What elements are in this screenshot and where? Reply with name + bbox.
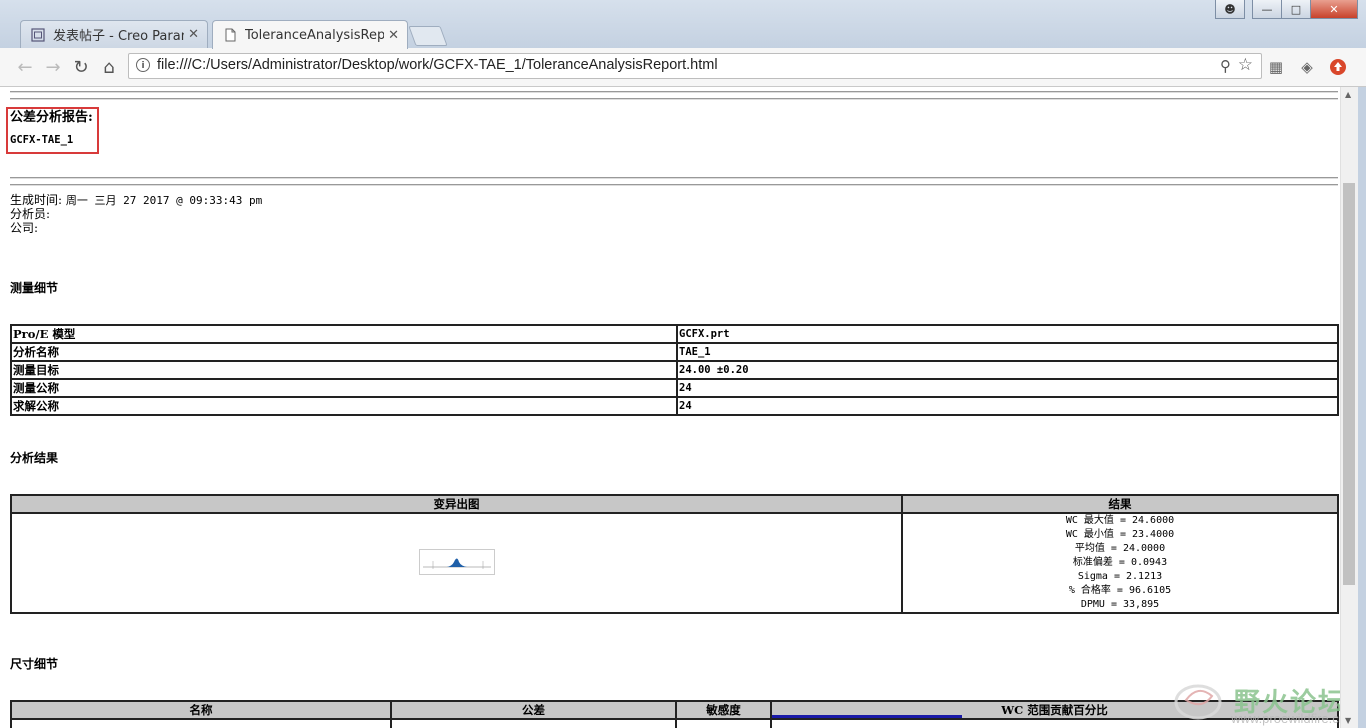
- zoom-icon[interactable]: ⚲: [1220, 57, 1231, 75]
- report-title: 公差分析报告:: [10, 110, 93, 125]
- results-section-title: 分析结果: [10, 451, 59, 465]
- divider: [10, 91, 1338, 93]
- divider: [10, 98, 1338, 100]
- detail-value: TAE_1: [676, 342, 1339, 362]
- maximize-button[interactable]: □: [1281, 0, 1311, 19]
- results-table: 变异出图 结果 WC 最大值 = 24.6000 WC 最小值 = 23.400…: [10, 494, 1339, 614]
- contribution-bar: [772, 715, 962, 718]
- generated-value: 周一 三月 27 2017 @ 09:33:43 pm: [65, 194, 263, 207]
- close-window-button[interactable]: ✕: [1310, 0, 1358, 19]
- watermark-url: www.proewildfire.cn: [1231, 711, 1346, 726]
- variation-plot-header: 变异出图: [10, 494, 903, 514]
- result-line: 标准偏差 = 0.0943: [1072, 557, 1168, 568]
- dims-section-title: 尺寸细节: [10, 657, 59, 671]
- table-header-row: 变异出图 结果: [10, 494, 1339, 514]
- result-line: WC 最小值 = 23.4000: [1065, 529, 1175, 540]
- table-row: [10, 718, 1339, 728]
- url-text: file:///C:/Users/Administrator/Desktop/w…: [157, 57, 718, 73]
- measure-section-title: 测量细节: [10, 281, 59, 295]
- tab-creo-post[interactable]: 发表帖子 - Creo Parame ✕: [20, 20, 208, 48]
- title-bar: ☻ — □ ✕ 发表帖子 - Creo Parame ✕ ToleranceAn…: [0, 0, 1366, 49]
- user-icon[interactable]: ☻: [1215, 0, 1245, 19]
- distribution-thumbnail: [418, 548, 495, 575]
- page-viewport: 公差分析报告: GCFX-TAE_1 生成时间: 周一 三月 27 2017 @…: [0, 87, 1366, 728]
- window-frame: [1358, 87, 1366, 728]
- detail-label: 分析名称: [10, 342, 678, 362]
- detail-label: Pro/E 模型: [10, 324, 678, 344]
- detail-value: 24.00 ±0.20: [676, 360, 1339, 380]
- extension-icon[interactable]: [1328, 57, 1348, 77]
- bookmark-star-icon[interactable]: ☆: [1238, 55, 1253, 75]
- dimension-details-table: 名称 公差 敏感度 WC 范围贡献百分比: [10, 700, 1339, 728]
- result-line: WC 最大值 = 24.6000: [1065, 515, 1175, 526]
- table-row: Pro/E 模型 GCFX.prt: [10, 324, 1339, 344]
- name-header: 名称: [10, 700, 392, 720]
- tolerance-header: 公差: [390, 700, 677, 720]
- analyst-label: 分析员:: [10, 207, 51, 221]
- info-icon[interactable]: i: [136, 58, 150, 72]
- grid-extension-icon[interactable]: ▦: [1266, 57, 1286, 77]
- scroll-down-icon[interactable]: ▼: [1345, 716, 1351, 725]
- divider: [10, 177, 1338, 179]
- scroll-up-icon[interactable]: ▲: [1345, 90, 1351, 99]
- table-header-row: 名称 公差 敏感度 WC 范围贡献百分比: [10, 700, 1339, 720]
- tab-close-icon[interactable]: ✕: [188, 27, 199, 42]
- table-row: 测量公称 24: [10, 378, 1339, 398]
- reload-icon[interactable]: ↻: [70, 56, 92, 78]
- browser-toolbar: ← → ↻ ⌂ i file:///C:/Users/Administrator…: [0, 48, 1366, 87]
- detail-label: 测量公称: [10, 378, 678, 398]
- divider: [10, 184, 1338, 186]
- table-row: 测量目标 24.00 ±0.20: [10, 360, 1339, 380]
- detail-label: 测量目标: [10, 360, 678, 380]
- scroll-thumb[interactable]: [1343, 183, 1355, 585]
- document-icon: [225, 28, 236, 42]
- detail-value: 24: [676, 396, 1339, 416]
- home-icon[interactable]: ⌂: [98, 56, 120, 78]
- tab-close-icon[interactable]: ✕: [388, 28, 399, 43]
- variation-plot-cell: [10, 512, 903, 614]
- detail-value: GCFX.prt: [676, 324, 1339, 344]
- tab-title: 发表帖子 - Creo Parame: [53, 29, 184, 44]
- new-tab-button[interactable]: [408, 26, 448, 46]
- table-row: 分析名称 TAE_1: [10, 342, 1339, 362]
- watermark: 野火论坛 www.proewildfire.cn: [1172, 678, 1346, 726]
- report-model-name: GCFX-TAE_1: [10, 134, 74, 146]
- watermark-logo: [1174, 684, 1222, 720]
- generated-label: 生成时间:: [10, 193, 63, 207]
- result-line: Sigma = 2.1213: [1077, 571, 1163, 582]
- cube-extension-icon[interactable]: ◈: [1297, 57, 1317, 77]
- address-bar[interactable]: i file:///C:/Users/Administrator/Desktop…: [128, 53, 1262, 79]
- result-line: 平均值 = 24.0000: [1074, 543, 1166, 554]
- results-header: 结果: [901, 494, 1339, 514]
- vertical-scrollbar[interactable]: ▲ ▼: [1340, 87, 1358, 728]
- back-icon[interactable]: ←: [14, 56, 36, 78]
- detail-value: 24: [676, 378, 1339, 398]
- results-cell: WC 最大值 = 24.6000 WC 最小值 = 23.4000 平均值 = …: [901, 512, 1339, 614]
- page-icon: [31, 27, 45, 42]
- table-row: WC 最大值 = 24.6000 WC 最小值 = 23.4000 平均值 = …: [10, 512, 1339, 614]
- tab-tolerance-report[interactable]: ToleranceAnalysisRepc ✕: [212, 20, 408, 49]
- result-line: DPMU = 33,895: [1080, 599, 1160, 610]
- wc-contribution-label: WC 范围贡献百分比: [1001, 703, 1108, 717]
- result-line: % 合格率 = 96.6105: [1068, 585, 1172, 596]
- detail-label: 求解公称: [10, 396, 678, 416]
- measure-details-table: Pro/E 模型 GCFX.prt 分析名称 TAE_1 测量目标 24.00 ±0.…: [10, 324, 1339, 416]
- tab-title: ToleranceAnalysisRepc: [245, 27, 385, 43]
- minimize-button[interactable]: —: [1252, 0, 1282, 19]
- forward-icon[interactable]: →: [42, 56, 64, 78]
- generated-line: 生成时间: 周一 三月 27 2017 @ 09:33:43 pm: [10, 193, 262, 208]
- sensitivity-header: 敏感度: [675, 700, 772, 720]
- table-row: 求解公称 24: [10, 396, 1339, 416]
- company-label: 公司:: [10, 221, 39, 235]
